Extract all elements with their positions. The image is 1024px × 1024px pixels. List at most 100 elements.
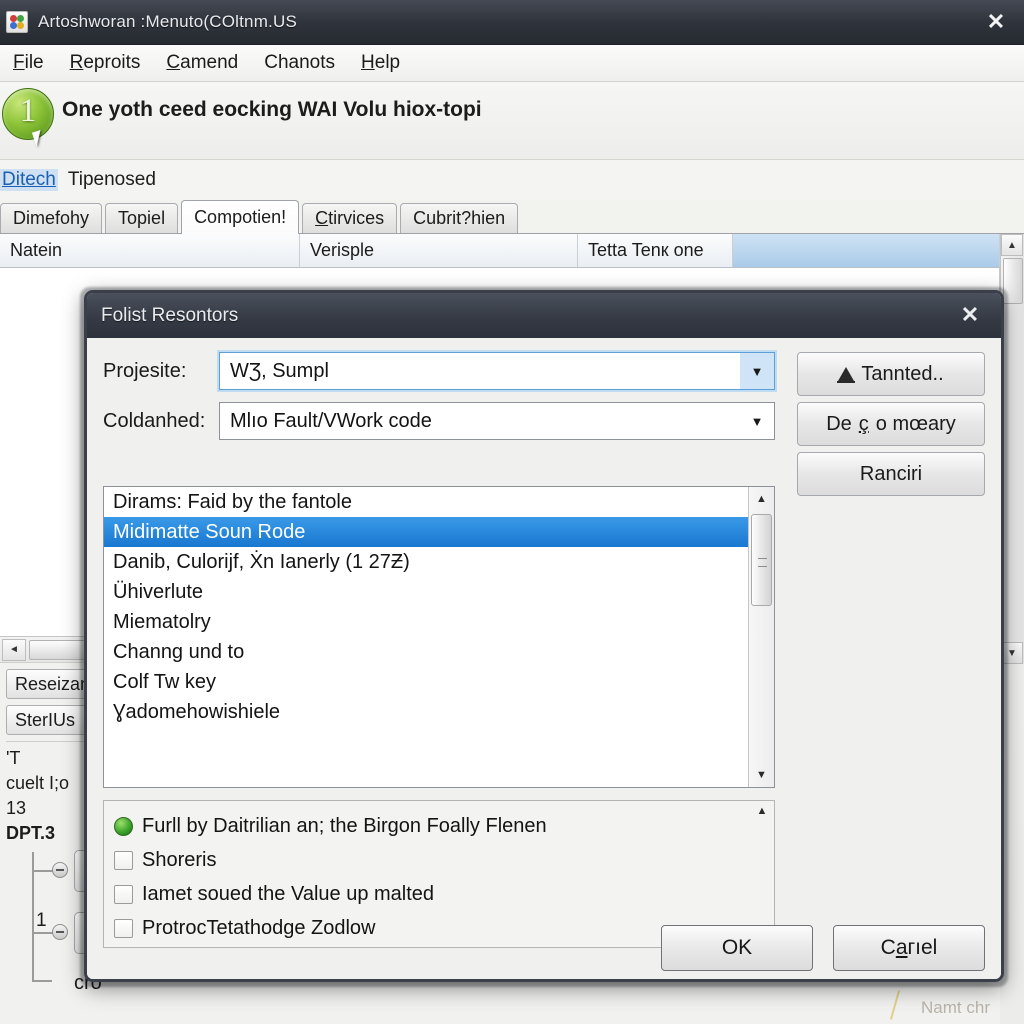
grid-column-header-tetta[interactable]: Tetta Tenк one (578, 234, 733, 267)
tab-cubrit[interactable]: Cubrit?hien (400, 203, 519, 233)
menu-label: elp (374, 52, 401, 73)
cursor-icon (31, 129, 46, 148)
menu-item-charts[interactable]: Chanots (251, 49, 348, 77)
tab-topiel[interactable]: Topiel (105, 203, 179, 233)
cancel-label-pre: C (880, 936, 896, 959)
ranciri-button[interactable]: Ranciri (797, 452, 985, 496)
window-title: Artoshworan :Menuto(COltnm.US (38, 12, 297, 31)
close-icon[interactable]: ✕ (968, 0, 1024, 44)
tab-label: Topiel (118, 208, 166, 228)
cancel-button[interactable]: Ca гıel (833, 925, 985, 971)
menu-label: ile (24, 52, 44, 73)
app-icon (6, 11, 28, 33)
tab-dimefohy[interactable]: Dimefohy (0, 203, 103, 233)
menu-label: Chanots (264, 52, 336, 73)
dialog-body: Projesite: WƷ, Sumpl ▼ Coldanhed: Mlıo F… (87, 338, 1001, 979)
cancel-label-post: гıel (907, 936, 938, 959)
grid-header: Natein Verisple Tetta Tenк one (0, 234, 1024, 268)
decomary-button[interactable]: De ç o mœary (797, 402, 985, 446)
dialog-footer: OK Ca гıel (661, 925, 985, 971)
decomary-mnemonic: ç (858, 412, 869, 435)
decorative-mark (889, 990, 901, 1020)
list-item[interactable]: Dirams: Faid by the fantole (104, 487, 774, 517)
chevron-down-icon[interactable]: ▼ (740, 353, 774, 389)
breadcrumb-link[interactable]: Ditech (0, 169, 58, 191)
projesite-value: WƷ, Sumpl (230, 359, 329, 382)
scroll-up-icon[interactable]: ▲ (749, 487, 774, 511)
option-row-radio[interactable]: Furll by Daitrilian an; the Birgon Foall… (114, 809, 774, 843)
grid-column-header-natein[interactable]: Natein (0, 234, 300, 267)
step-badge-number: 1 (19, 93, 37, 129)
menu-item-help[interactable]: Help (348, 49, 413, 77)
ok-label: OK (721, 936, 753, 959)
tree-collapse-icon[interactable] (52, 924, 68, 940)
option-row-value[interactable]: Іamet soued the Value up malted (114, 877, 774, 911)
projesite-combobox[interactable]: WƷ, Sumpl ▼ (219, 352, 775, 390)
scroll-down-icon[interactable]: ▼ (749, 763, 774, 787)
menu-mnemonic: C (166, 52, 181, 73)
banner: 1 One yoth ceed eocking WAI Volu hiox-to… (0, 82, 1024, 160)
list-item[interactable]: Danib, Culorijf, Ẋn Ianerly (1 27Ƶ) (104, 547, 774, 577)
menu-mnemonic: F (13, 52, 25, 73)
menu-item-reports[interactable]: Reproits (57, 49, 154, 77)
tab-label: Dimefohy (13, 208, 90, 228)
listbox-scrollbar[interactable]: ▲ ▼ (748, 487, 774, 787)
menu-item-command[interactable]: Camend (153, 49, 251, 77)
resource-listbox[interactable]: Dirams: Faid by the fantole Midimatte So… (103, 486, 775, 788)
dialog-side-buttons: Tannted.. De ç o mœary Ranciri (797, 352, 985, 502)
checkbox-icon[interactable] (114, 850, 133, 870)
menubar: File Reproits Camend Chanots Help (0, 45, 1024, 82)
list-item[interactable]: Channg und to (104, 637, 774, 667)
tree-branch (32, 980, 52, 982)
ok-button[interactable]: OK (661, 925, 813, 971)
coldanhed-label: Coldanhed: (103, 409, 206, 432)
dialog-close-icon[interactable]: ✕ (955, 301, 985, 329)
tree-collapse-icon[interactable] (52, 862, 68, 878)
application-window: Artoshworan :Menuto(COltnm.US ✕ File Rep… (0, 0, 1024, 1024)
list-item-selected[interactable]: Midimatte Soun Rode (104, 517, 774, 547)
coldanhed-combobox[interactable]: Mlıo Fault/VWork code ▼ (219, 402, 775, 440)
tab-label: Cubrit?hien (413, 208, 506, 228)
breadcrumb-current: Tipenosed (67, 169, 156, 190)
folist-resontors-dialog: Folist Resontors ✕ Projesite: WƷ, Sumpl … (84, 290, 1004, 982)
option-row-shoreris[interactable]: Shoreris (114, 843, 774, 877)
chevron-down-icon[interactable]: ▼ (740, 403, 774, 439)
tab-compotien[interactable]: Compotien! (181, 200, 300, 234)
cancel-mnemonic: a (895, 936, 908, 959)
scroll-up-icon[interactable]: ▲ (1001, 234, 1023, 256)
tab-bar: Dimefohy Topiel Compotien! Ctirvices Cub… (0, 200, 1024, 234)
projesite-label: Projesite: (103, 359, 187, 382)
corner-note: Namt chr (921, 998, 990, 1017)
tab-services[interactable]: Ctirvices (302, 203, 398, 233)
list-item[interactable]: Colf Tw key (104, 667, 774, 697)
checkbox-icon[interactable] (114, 918, 133, 938)
option-label: Shoreris (142, 848, 217, 871)
warning-icon (837, 367, 856, 383)
dialog-title: Folist Resontors (101, 304, 239, 326)
list-item[interactable]: Ɣadomehowishiele (104, 697, 774, 727)
tree-branch-number: 1 (36, 910, 47, 931)
checkbox-icon[interactable] (114, 884, 133, 904)
banner-heading: One yoth ceed eocking WAI Volu hiox-topi (62, 98, 482, 121)
list-item[interactable]: Ühiverlute (104, 577, 774, 607)
window-titlebar: Artoshworan :Menuto(COltnm.US ✕ (0, 0, 1024, 45)
grid-column-header-verisple[interactable]: Verisple (300, 234, 578, 267)
decomary-label-post: o mœary (875, 412, 956, 435)
tab-label: Compotien! (194, 207, 287, 227)
option-label: ProtrocTetathodge Zodlow (142, 916, 376, 939)
option-label: Furll by Daitrilian an; the Birgon Foall… (142, 814, 547, 837)
list-item[interactable]: Miematolry (104, 607, 774, 637)
grid-column-header-selected[interactable] (733, 234, 1000, 267)
menu-mnemonic: R (69, 52, 84, 73)
radio-selected-icon[interactable] (114, 816, 133, 836)
menu-item-file[interactable]: File (0, 49, 57, 77)
scrollbar-thumb[interactable] (751, 514, 772, 606)
tannted-button[interactable]: Tannted.. (797, 352, 985, 396)
dialog-titlebar: Folist Resontors ✕ (87, 293, 1001, 338)
coldanhed-value: Mlıo Fault/VWork code (230, 409, 432, 432)
screen: Artoshworan :Menuto(COltnm.US ✕ File Rep… (0, 0, 1024, 1024)
scroll-left-icon[interactable]: ◄ (2, 638, 26, 661)
menu-label: amend (180, 52, 239, 73)
menu-mnemonic: H (361, 52, 375, 73)
option-label: Іamet soued the Value up malted (142, 882, 435, 905)
